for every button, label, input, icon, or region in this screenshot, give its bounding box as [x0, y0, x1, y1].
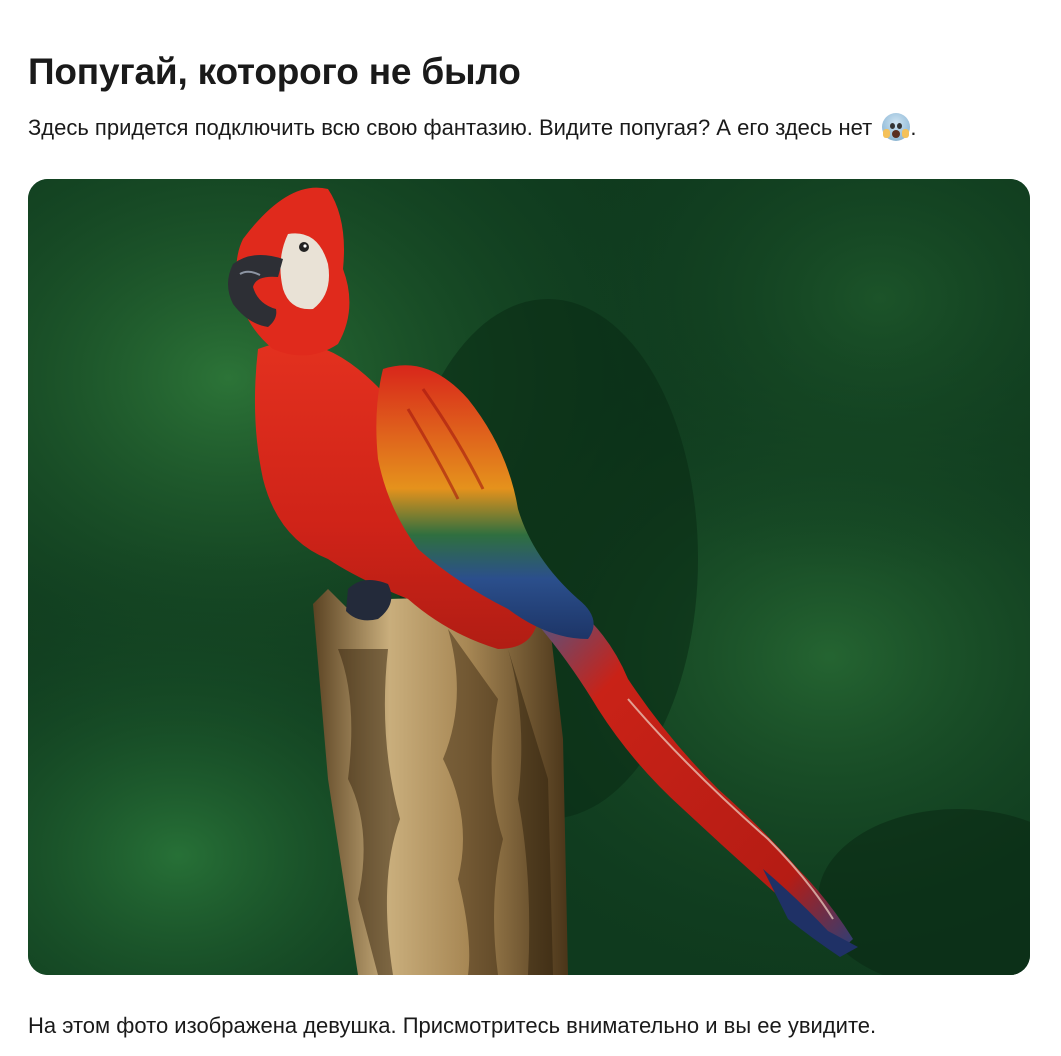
- article-intro: Здесь придется подключить всю свою фанта…: [28, 112, 916, 144]
- intro-end: .: [910, 115, 917, 140]
- intro-text: Здесь придется подключить всю свою фанта…: [28, 115, 873, 140]
- article-title: Попугай, которого не было: [28, 51, 521, 92]
- parrot-photo: [28, 179, 1030, 975]
- face-screaming-in-fear-icon: [882, 113, 911, 141]
- parrot-illustration: [28, 179, 1030, 975]
- photo-caption: На этом фото изображена девушка. Присмот…: [28, 1013, 877, 1038]
